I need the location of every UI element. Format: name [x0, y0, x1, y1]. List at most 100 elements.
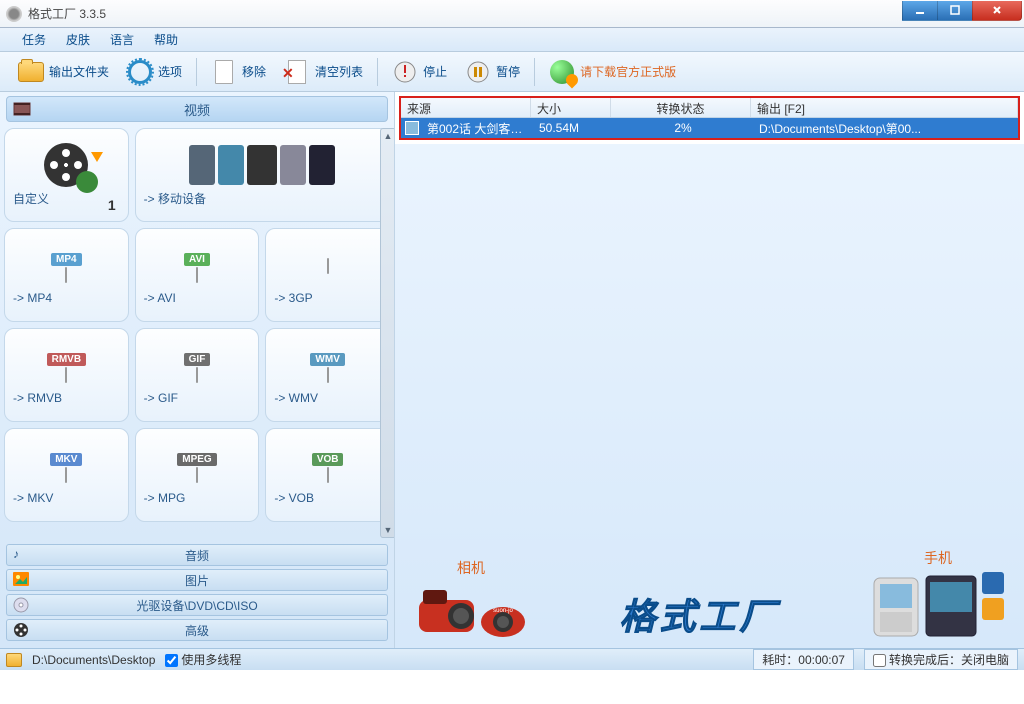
multithread-checkbox[interactable]: 使用多线程 [165, 651, 241, 668]
format-icon: MP4 [51, 251, 82, 282]
task-list-highlight: 来源 大小 转换状态 输出 [F2] 第002话 大剑客现... 50.54M … [399, 96, 1020, 140]
separator [377, 58, 378, 86]
format-tile-AVI[interactable]: AVI-> AVI [135, 228, 260, 322]
disc-icon [13, 597, 29, 613]
format-label: -> 移动设备 [136, 190, 206, 207]
separator [196, 58, 197, 86]
pause-button[interactable]: 暂停 [457, 55, 528, 89]
formats-scrollbar[interactable]: ▲▼ [380, 128, 394, 538]
list-panel: 来源 大小 转换状态 输出 [F2] 第002话 大剑客现... 50.54M … [395, 92, 1024, 648]
film-reel-icon [13, 622, 29, 638]
film-category-icon [13, 100, 31, 118]
side-panel: 视频 自定义 1 -> 移动设备 MP4 -> MP4 AVI-> AVI -> 3GP RM… [0, 92, 395, 648]
format-tile-MP4[interactable]: MP4 -> MP4 [4, 228, 129, 322]
format-tile-VOB[interactable]: VOB-> VOB [265, 428, 390, 522]
format-tile-MKV[interactable]: MKV -> MKV [4, 428, 129, 522]
format-label: -> WMV [266, 391, 318, 405]
close-button[interactable] [972, 1, 1022, 21]
format-icon: WMV [310, 351, 344, 382]
format-label: -> MPG [136, 491, 186, 505]
task-row[interactable]: 第002话 大剑客现... 50.54M 2% D:\Documents\Des… [401, 118, 1018, 138]
menu-help[interactable]: 帮助 [146, 28, 186, 51]
title-bar: 格式工厂 3.3.5 [0, 0, 1024, 28]
bottom-banner: 相机 suon-jo 格式工厂 手机 [395, 144, 1024, 648]
format-tile-GIF[interactable]: GIF -> GIF [135, 328, 260, 422]
toolbar: 输出文件夹 选项 移除 清空列表 停止 暂停 请下载官方正式版 [0, 52, 1024, 92]
brand-logo: 格式工厂 [619, 588, 779, 640]
col-status[interactable]: 转换状态 [611, 98, 751, 117]
format-tile-RMVB[interactable]: RMVB -> RMVB [4, 328, 129, 422]
stop-button[interactable]: 停止 [384, 55, 455, 89]
options-button[interactable]: 选项 [119, 55, 190, 89]
shutdown-option[interactable]: 转换完成后：关闭电脑 [864, 649, 1018, 670]
category-audio[interactable]: ♪音频 [6, 544, 388, 566]
category-video-header[interactable]: 视频 [6, 96, 388, 122]
document-icon [215, 60, 233, 84]
app-title: 格式工厂 3.3.5 [28, 5, 903, 22]
col-source[interactable]: 来源 [401, 98, 531, 117]
format-label: -> GIF [136, 391, 178, 405]
phone-icon [868, 570, 1008, 640]
output-path[interactable]: D:\Documents\Desktop [32, 653, 155, 667]
folder-icon [18, 62, 44, 82]
phone-device[interactable]: 手机 [868, 548, 1008, 640]
format-label: 自定义 [5, 190, 49, 207]
delete-doc-icon [288, 60, 306, 84]
format-label: -> MP4 [5, 291, 52, 305]
user-icon [76, 171, 98, 193]
maximize-button[interactable] [937, 1, 973, 21]
format-tile-WMV[interactable]: WMV -> WMV [265, 328, 390, 422]
col-size[interactable]: 大小 [531, 98, 611, 117]
format-count: 1 [108, 197, 116, 213]
format-tile-mobile[interactable]: -> 移动设备 [135, 128, 390, 222]
format-icon: GIF [184, 351, 211, 382]
category-advanced[interactable]: 高级 [6, 619, 388, 641]
scroll-down-icon: ▼ [384, 525, 393, 535]
status-bar: D:\Documents\Desktop 使用多线程 耗时：00:00:07 转… [0, 648, 1024, 670]
menu-language[interactable]: 语言 [102, 28, 142, 51]
format-label: -> 3GP [266, 291, 312, 305]
format-tile-4[interactable]: -> 3GP [265, 228, 390, 322]
format-icon: MPEG [177, 451, 216, 482]
minimize-button[interactable] [902, 1, 938, 21]
format-tile-MPEG[interactable]: MPEG -> MPG [135, 428, 260, 522]
download-link[interactable]: 请下载官方正式版 [541, 55, 684, 89]
row-output: D:\Documents\Desktop\第00... [753, 119, 1018, 138]
format-icon: RMVB [47, 351, 86, 382]
mobile-devices-icon [189, 145, 335, 185]
elapsed-time: 耗时：00:00:07 [753, 649, 854, 670]
row-status: 2% [613, 120, 753, 136]
output-folder-button[interactable]: 输出文件夹 [10, 55, 117, 89]
svg-text:suon-jo: suon-jo [493, 608, 513, 614]
menu-task[interactable]: 任务 [14, 28, 54, 51]
format-icon [327, 259, 329, 273]
folder-small-icon[interactable] [6, 653, 22, 667]
clear-list-button[interactable]: 清空列表 [276, 55, 371, 89]
camera-icon: suon-jo [411, 580, 531, 640]
pause-icon [465, 59, 491, 85]
category-picture[interactable]: 图片 [6, 569, 388, 591]
menu-bar: 任务 皮肤 语言 帮助 [0, 28, 1024, 52]
camera-device[interactable]: 相机 suon-jo [411, 558, 531, 640]
format-icon: MKV [50, 451, 82, 482]
app-icon [6, 6, 22, 22]
format-label: -> RMVB [5, 391, 62, 405]
col-output[interactable]: 输出 [F2] [751, 98, 1018, 117]
format-tile-custom[interactable]: 自定义 1 [4, 128, 129, 222]
category-disc[interactable]: 光驱设备\DVD\CD\ISO [6, 594, 388, 616]
menu-skin[interactable]: 皮肤 [58, 28, 98, 51]
remove-button[interactable]: 移除 [203, 55, 274, 89]
globe-icon [550, 60, 574, 84]
list-header: 来源 大小 转换状态 输出 [F2] [401, 98, 1018, 118]
main-area: 视频 自定义 1 -> 移动设备 MP4 -> MP4 AVI-> AVI -> 3GP RM… [0, 92, 1024, 648]
stop-icon [392, 59, 418, 85]
category-buttons: ♪音频 图片 光驱设备\DVD\CD\ISO 高级 [0, 542, 394, 648]
picture-icon [13, 572, 29, 588]
format-label: -> MKV [5, 491, 53, 505]
row-source: 第002话 大剑客现... [421, 119, 533, 138]
format-grid: 自定义 1 -> 移动设备 MP4 -> MP4 AVI-> AVI -> 3GP RMVB -… [0, 124, 394, 542]
window-controls [903, 1, 1022, 21]
arrow-icon [91, 152, 103, 162]
row-size: 50.54M [533, 120, 613, 136]
format-icon: AVI [184, 251, 210, 282]
